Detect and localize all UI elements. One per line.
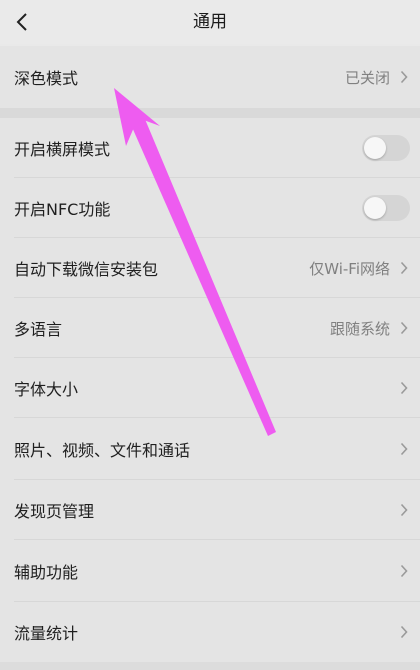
landscape-toggle[interactable] [362,135,410,161]
settings-row-language[interactable]: 多语言 跟随系统 [0,298,420,358]
row-label: 辅助功能 [14,563,79,582]
row-label: 多语言 [14,320,63,339]
settings-row-dark-mode[interactable]: 深色模式 已关闭 [0,46,420,108]
bottom-strip [0,662,420,670]
row-value: 仅Wi-Fi网络 [309,259,390,278]
row-label: 照片、视频、文件和通话 [14,441,191,460]
chevron-left-icon [16,13,27,31]
settings-row-landscape: 开启横屏模式 [0,118,420,178]
row-value: 跟随系统 [329,319,390,338]
settings-row-media[interactable]: 照片、视频、文件和通话 [0,418,420,480]
section-gap [0,108,420,118]
toggle-knob [364,137,386,159]
row-label: 字体大小 [14,380,79,399]
settings-row-auto-download[interactable]: 自动下载微信安装包 仅Wi-Fi网络 [0,238,420,298]
settings-row-accessibility[interactable]: 辅助功能 [0,540,420,602]
chevron-right-icon [400,261,408,275]
row-label: 自动下载微信安装包 [14,260,159,279]
chevron-right-icon [400,442,408,456]
row-label: 流量统计 [14,624,79,643]
settings-row-discover[interactable]: 发现页管理 [0,480,420,540]
row-label: 开启横屏模式 [14,140,111,159]
chevron-right-icon [400,381,408,395]
settings-row-data-usage[interactable]: 流量统计 [0,602,420,662]
nfc-toggle[interactable] [362,195,410,221]
chevron-right-icon [400,321,408,335]
row-label: 深色模式 [14,69,79,88]
toggle-knob [364,197,386,219]
row-label: 发现页管理 [14,502,95,521]
chevron-right-icon [400,625,408,639]
chevron-right-icon [400,70,408,84]
chevron-right-icon [400,503,408,517]
settings-row-nfc: 开启NFC功能 [0,178,420,238]
row-value: 已关闭 [344,68,390,87]
chevron-right-icon [400,564,408,578]
page-title: 通用 [193,12,227,32]
row-label: 开启NFC功能 [14,200,111,219]
settings-row-font-size[interactable]: 字体大小 [0,358,420,418]
back-button[interactable] [6,6,38,38]
nav-bar: 通用 [0,0,420,44]
